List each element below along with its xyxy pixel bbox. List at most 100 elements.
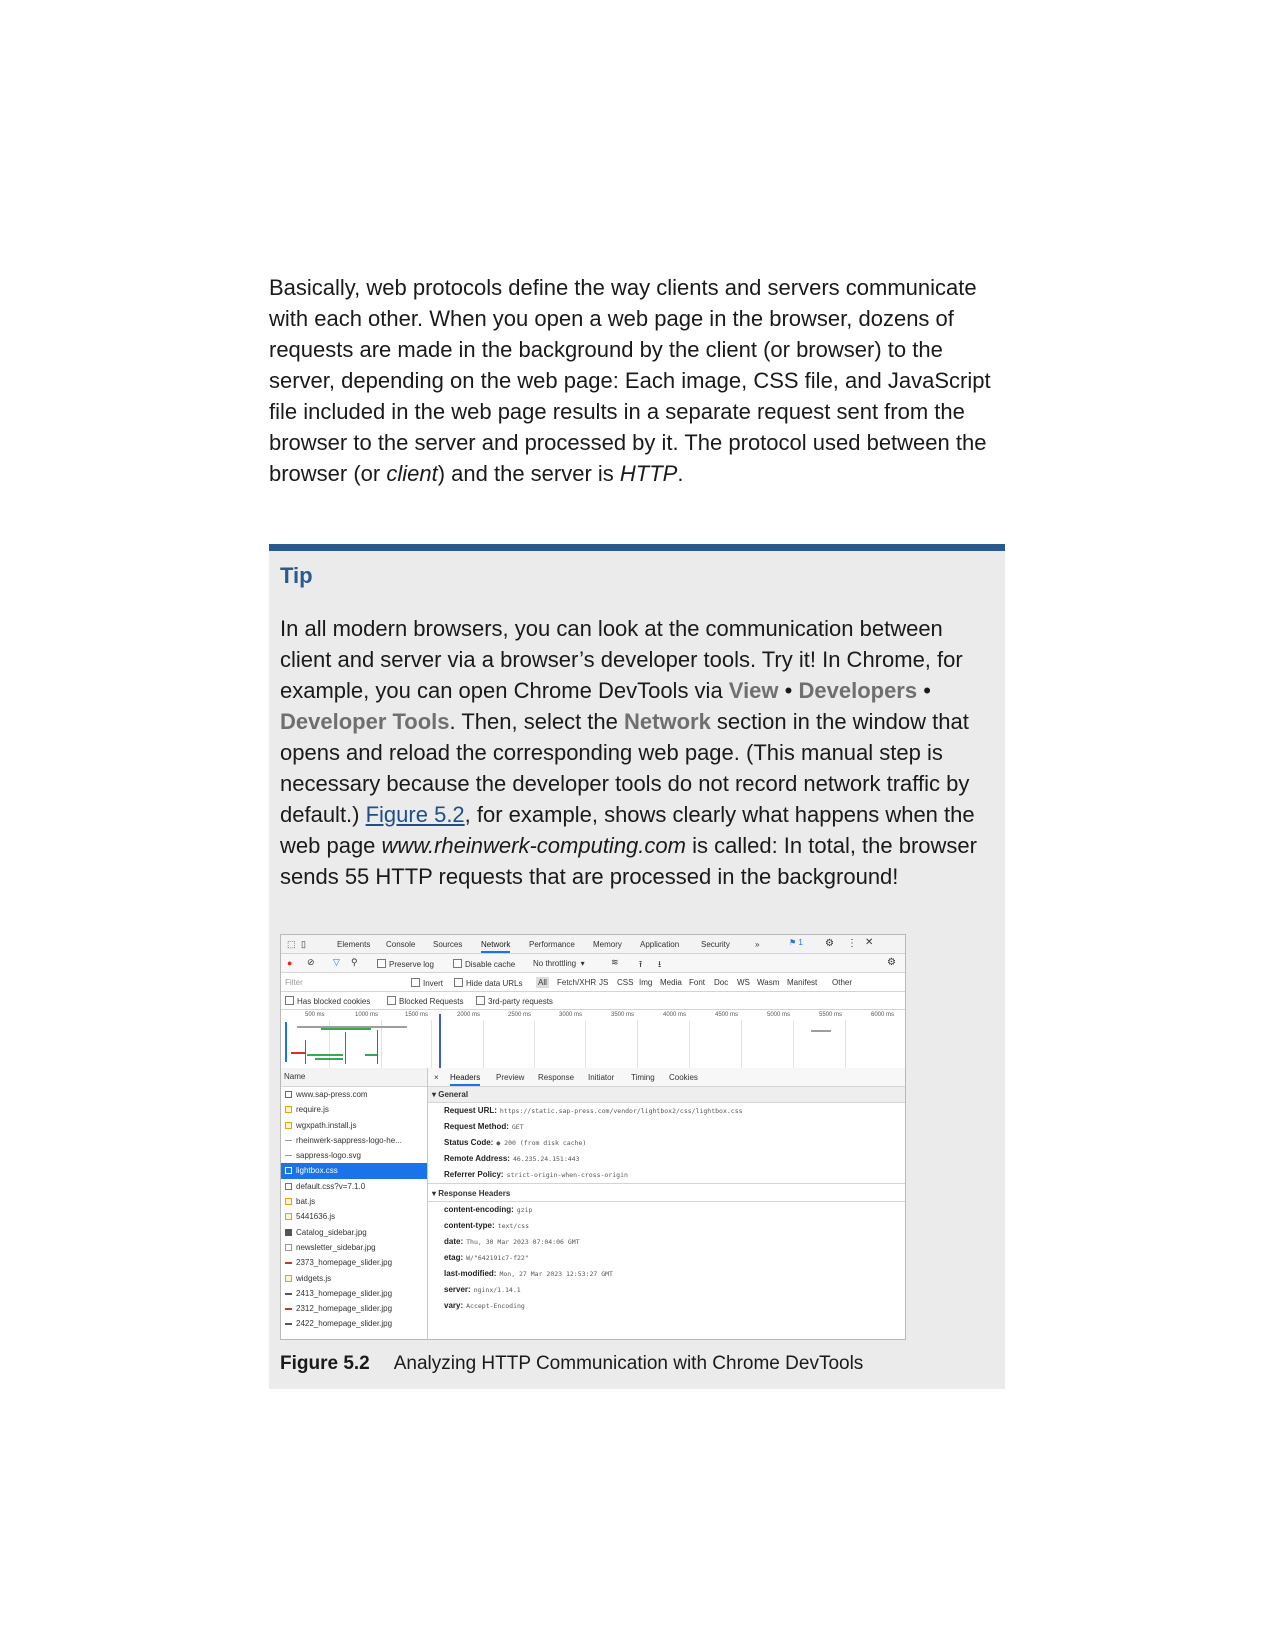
network-settings-gear-icon[interactable]: ⚙ <box>887 957 896 968</box>
close-details-icon[interactable]: × <box>434 1073 439 1082</box>
filter-type-css[interactable]: CSS <box>617 978 633 987</box>
tab-sources[interactable]: Sources <box>433 940 462 949</box>
settings-gear-icon[interactable]: ⚙ <box>825 938 834 949</box>
image-icon <box>285 1292 292 1297</box>
invert-checkbox[interactable]: Invert <box>411 978 443 988</box>
request-row[interactable]: 2312_homepage_slider.jpg <box>281 1301 427 1316</box>
filter-bar: Filter Invert Hide data URLs All Fetch/X… <box>281 973 905 992</box>
close-devtools-icon[interactable]: ✕ <box>865 937 873 948</box>
tab-network[interactable]: Network <box>481 940 511 953</box>
general-section-header[interactable]: ▾ General <box>428 1087 905 1103</box>
issues-count: 1 <box>798 938 803 947</box>
timeline-bar <box>365 1054 377 1056</box>
tab-cookies[interactable]: Cookies <box>669 1073 698 1082</box>
request-row[interactable]: Catalog_sidebar.jpg <box>281 1225 427 1240</box>
request-row[interactable]: 2373_homepage_slider.jpg <box>281 1255 427 1270</box>
filter-type-fetch-xhr[interactable]: Fetch/XHR <box>557 978 596 987</box>
tab-headers[interactable]: Headers <box>450 1073 481 1086</box>
response-header-row: etag: W/"642191c7-f22" <box>428 1250 905 1266</box>
filter-type-media[interactable]: Media <box>660 978 682 987</box>
record-icon[interactable]: ● <box>287 958 292 968</box>
blocked-filters-bar: Has blocked cookies Blocked Requests 3rd… <box>281 992 905 1010</box>
filter-input[interactable]: Filter <box>285 978 303 987</box>
request-row[interactable]: wgxpath.install.js <box>281 1118 427 1133</box>
script-icon <box>285 1274 292 1282</box>
device-toolbar-icon[interactable]: ▯ <box>301 939 306 950</box>
response-headers-section-header[interactable]: ▾ Response Headers <box>428 1186 905 1202</box>
general-row: Remote Address: 46.235.24.151:443 <box>428 1151 905 1167</box>
image-icon <box>285 1139 292 1144</box>
request-row[interactable]: 2422_homepage_slider.jpg <box>281 1316 427 1331</box>
hide-data-urls-checkbox[interactable]: Hide data URLs <box>454 978 522 988</box>
timeline-bar <box>321 1028 371 1030</box>
issues-badge[interactable]: ⚑ 1 <box>789 938 803 947</box>
inspect-icon[interactable]: ⬚ <box>287 939 296 950</box>
figure-link[interactable]: Figure 5.2 <box>366 802 465 827</box>
script-icon <box>285 1198 292 1206</box>
filter-icon[interactable]: ▽ <box>333 957 340 968</box>
request-row[interactable]: newsletter_sidebar.jpg <box>281 1240 427 1255</box>
timeline-tick: 4000 ms <box>663 1012 687 1018</box>
response-header-row: vary: Accept-Encoding <box>428 1298 905 1314</box>
tab-security[interactable]: Security <box>701 940 730 949</box>
tab-console[interactable]: Console <box>386 940 415 949</box>
header-value: Mon, 27 Mar 2023 12:53:27 GMT <box>499 1270 613 1278</box>
request-row[interactable]: default.css?v=7.1.0 <box>281 1179 427 1194</box>
name-column-header[interactable]: Name <box>281 1068 427 1087</box>
tab-preview[interactable]: Preview <box>496 1073 524 1082</box>
network-timeline-overview[interactable]: 500 ms 1000 ms 1500 ms 2000 ms 2500 ms 3… <box>281 1010 905 1069</box>
header-value: ● 200 (from disk cache) <box>496 1139 587 1147</box>
menu-path-developer-tools: Developer Tools <box>280 709 450 734</box>
request-row[interactable]: sappress-logo.svg <box>281 1148 427 1163</box>
filter-type-wasm[interactable]: Wasm <box>757 978 779 987</box>
request-name: www.sap-press.com <box>296 1090 368 1099</box>
export-har-icon[interactable]: ⭳ <box>658 957 661 973</box>
request-row[interactable]: require.js <box>281 1102 427 1117</box>
tab-timing[interactable]: Timing <box>631 1073 655 1082</box>
search-icon[interactable]: ⚲ <box>351 957 358 968</box>
request-row-selected[interactable]: lightbox.css <box>281 1163 427 1179</box>
script-icon <box>285 1213 292 1221</box>
request-row[interactable]: rheinwerk-sappress-logo-he... <box>281 1133 427 1148</box>
filter-type-other[interactable]: Other <box>832 978 852 987</box>
tab-response[interactable]: Response <box>538 1073 574 1082</box>
clear-icon[interactable]: ⊘ <box>307 957 315 968</box>
request-row[interactable]: bat.js <box>281 1194 427 1209</box>
preserve-log-checkbox[interactable]: Preserve log <box>377 959 434 969</box>
timeline-tick: 5000 ms <box>767 1012 791 1018</box>
tab-initiator[interactable]: Initiator <box>588 1073 614 1082</box>
filter-type-doc[interactable]: Doc <box>714 978 728 987</box>
has-blocked-cookies-checkbox[interactable]: Has blocked cookies <box>285 996 370 1006</box>
header-key: server: <box>444 1285 471 1294</box>
third-party-requests-checkbox[interactable]: 3rd-party requests <box>476 996 553 1006</box>
header-key: etag: <box>444 1253 464 1262</box>
filter-type-font[interactable]: Font <box>689 978 705 987</box>
request-row[interactable]: 5441636.js <box>281 1209 427 1224</box>
tab-elements[interactable]: Elements <box>337 940 370 949</box>
request-row[interactable]: www.sap-press.com <box>281 1087 427 1102</box>
request-row[interactable]: 2413_homepage_slider.jpg <box>281 1286 427 1301</box>
request-name: bat.js <box>296 1197 316 1207</box>
filter-type-manifest[interactable]: Manifest <box>787 978 817 987</box>
tab-memory[interactable]: Memory <box>593 940 622 949</box>
disable-cache-checkbox[interactable]: Disable cache <box>453 959 515 969</box>
more-options-icon[interactable]: ⋮ <box>847 938 857 949</box>
filter-type-all[interactable]: All <box>536 977 549 988</box>
header-key: Request URL: <box>444 1106 497 1115</box>
tab-application[interactable]: Application <box>640 940 679 949</box>
throttling-select[interactable]: No throttling ▾ <box>533 959 585 968</box>
tip-box: Tip In all modern browsers, you can look… <box>269 544 1005 1389</box>
import-har-icon[interactable]: ⭱ <box>639 957 642 973</box>
blocked-requests-checkbox[interactable]: Blocked Requests <box>387 996 463 1006</box>
tab-performance[interactable]: Performance <box>529 940 575 949</box>
intro-text-2: ) and the server is <box>437 461 620 486</box>
filter-type-ws[interactable]: WS <box>737 978 750 987</box>
filter-type-js[interactable]: JS <box>599 978 608 987</box>
header-key: content-encoding: <box>444 1205 514 1214</box>
tab-more[interactable]: » <box>755 940 759 949</box>
filter-type-img[interactable]: Img <box>639 978 652 987</box>
network-conditions-icon[interactable]: ≋ <box>611 957 619 968</box>
request-row[interactable]: widgets.js <box>281 1271 427 1286</box>
image-icon <box>285 1228 292 1236</box>
request-name: rheinwerk-sappress-logo-he... <box>296 1135 402 1145</box>
